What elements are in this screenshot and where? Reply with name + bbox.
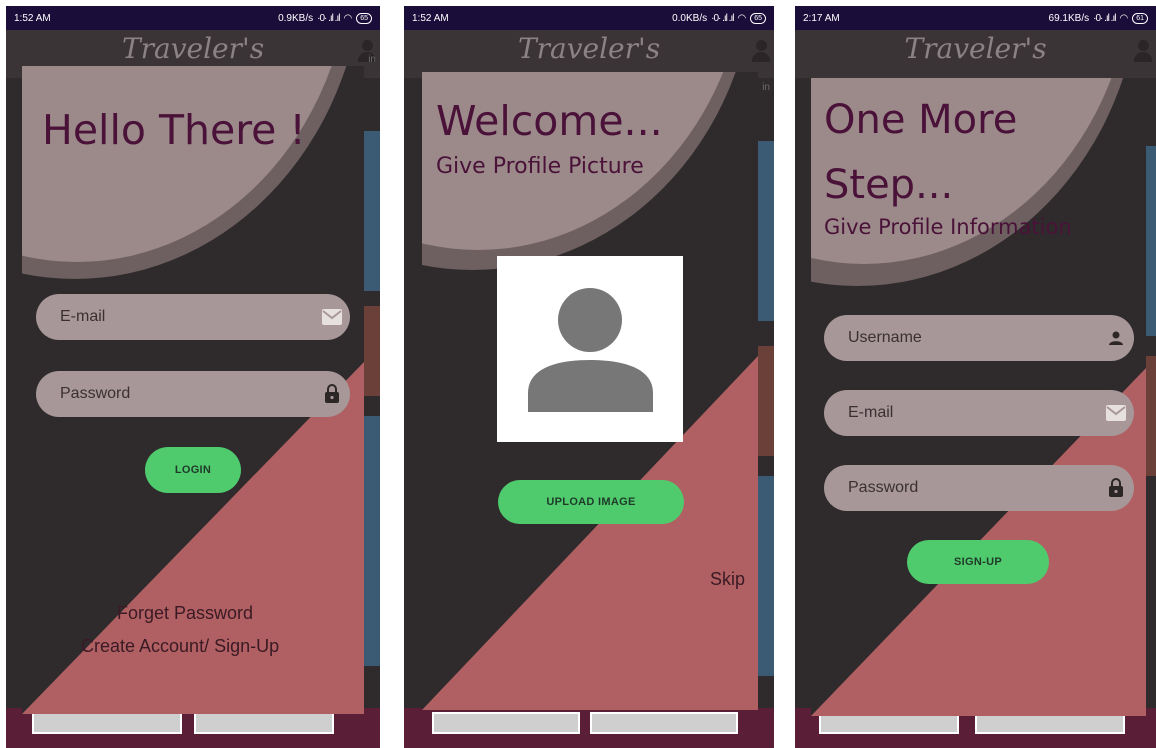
mail-icon bbox=[320, 305, 344, 329]
page-title-line-1: One More bbox=[824, 97, 1018, 143]
profile-picture-screen: 1:52 AM 0.0KB/s ·0· .ıl .ıl ◠ 65 Travele… bbox=[404, 6, 774, 748]
status-indicators: 0.9KB/s ·0· .ıl .ıl ◠ 65 bbox=[278, 12, 372, 24]
status-time: 1:52 AM bbox=[14, 12, 51, 24]
status-bar: 2:17 AM 69.1KB/s ·0· .ıl .ıl ◠ 61 bbox=[795, 6, 1156, 30]
upload-image-button[interactable]: UPLOAD IMAGE bbox=[498, 480, 684, 524]
battery-icon: 65 bbox=[750, 12, 766, 24]
status-indicators: 69.1KB/s ·0· .ıl .ıl ◠ 61 bbox=[1048, 12, 1148, 24]
status-bar: 1:52 AM 0.9KB/s ·0· .ıl .ıl ◠ 65 bbox=[6, 6, 380, 30]
background-thumbnail bbox=[32, 712, 182, 734]
skip-link[interactable]: Skip bbox=[710, 569, 745, 590]
email-field[interactable]: E-mail bbox=[36, 294, 350, 340]
password-placeholder: Password bbox=[848, 479, 919, 496]
signal-icon: ·0· .ıl .ıl bbox=[711, 12, 734, 24]
email-placeholder: E-mail bbox=[60, 308, 106, 325]
network-speed: 0.0KB/s bbox=[672, 12, 708, 24]
status-bar: 1:52 AM 0.0KB/s ·0· .ıl .ıl ◠ 65 bbox=[404, 6, 774, 30]
battery-icon: 61 bbox=[1132, 12, 1148, 24]
person-placeholder-icon bbox=[528, 288, 653, 412]
profile-icon[interactable] bbox=[1134, 40, 1152, 68]
background-thumbnail bbox=[590, 712, 738, 734]
email-field[interactable]: E-mail bbox=[824, 390, 1134, 436]
password-placeholder: Password bbox=[60, 385, 131, 402]
app-title: Traveler's bbox=[517, 32, 661, 65]
signal-icon: ·0· .ıl .ıl bbox=[1093, 12, 1116, 24]
page-title: Welcome... bbox=[436, 97, 663, 145]
mail-icon bbox=[1104, 401, 1128, 425]
signal-icon: ·0· .ıl .ıl bbox=[317, 12, 340, 24]
page-title: Hello There ! bbox=[42, 106, 306, 154]
username-field[interactable]: Username bbox=[824, 315, 1134, 361]
status-time: 2:17 AM bbox=[803, 12, 840, 24]
profile-information-screen: 2:17 AM 69.1KB/s ·0· .ıl .ıl ◠ 61 Travel… bbox=[795, 6, 1156, 748]
password-field[interactable]: Password bbox=[824, 465, 1134, 511]
network-speed: 0.9KB/s bbox=[278, 12, 314, 24]
lock-icon bbox=[320, 382, 344, 406]
profile-picture-preview[interactable] bbox=[497, 256, 683, 442]
background-thumbnail bbox=[194, 712, 334, 734]
background-thumbnail bbox=[432, 712, 580, 734]
username-placeholder: Username bbox=[848, 329, 922, 346]
network-speed: 69.1KB/s bbox=[1048, 12, 1090, 24]
sign-up-button[interactable]: SIGN-UP bbox=[907, 540, 1049, 584]
password-field[interactable]: Password bbox=[36, 371, 350, 417]
status-indicators: 0.0KB/s ·0· .ıl .ıl ◠ 65 bbox=[672, 12, 766, 24]
wifi-icon: ◠ bbox=[1119, 12, 1129, 24]
page-subtitle: Give Profile Information bbox=[824, 215, 1072, 239]
app-title: Traveler's bbox=[121, 32, 265, 65]
battery-icon: 65 bbox=[356, 12, 372, 24]
profile-icon[interactable] bbox=[752, 40, 770, 68]
page-title-line-2: Step... bbox=[824, 162, 954, 208]
status-time: 1:52 AM bbox=[412, 12, 449, 24]
create-account-link[interactable]: Create Account/ Sign-Up bbox=[81, 636, 279, 657]
forget-password-link[interactable]: Forget Password bbox=[117, 603, 253, 624]
email-placeholder: E-mail bbox=[848, 404, 894, 421]
side-label: in bbox=[762, 82, 770, 93]
app-bar: Traveler's bbox=[404, 30, 774, 78]
wifi-icon: ◠ bbox=[737, 12, 747, 24]
lock-icon bbox=[1104, 476, 1128, 500]
side-label: in bbox=[368, 54, 376, 65]
app-bar: Traveler's bbox=[795, 30, 1156, 78]
login-button[interactable]: LOGIN bbox=[145, 447, 241, 493]
login-screen: 1:52 AM 0.9KB/s ·0· .ıl .ıl ◠ 65 Travele… bbox=[6, 6, 380, 748]
person-icon bbox=[1104, 326, 1128, 350]
app-title: Traveler's bbox=[904, 32, 1047, 65]
page-subtitle: Give Profile Picture bbox=[436, 154, 644, 179]
wifi-icon: ◠ bbox=[343, 12, 353, 24]
